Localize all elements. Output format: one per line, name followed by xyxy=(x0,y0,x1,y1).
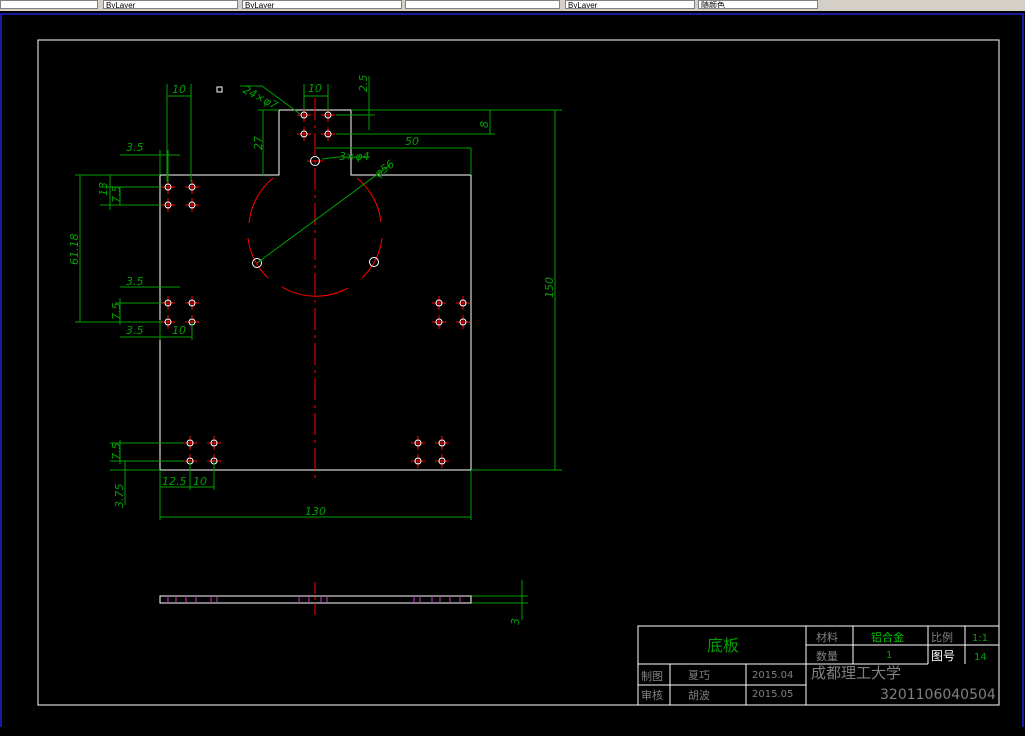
dim-10-top: 10 xyxy=(308,82,322,95)
ucs-marker xyxy=(216,86,223,93)
dim-3-5-mid: 3.5 xyxy=(126,275,144,288)
status-strip xyxy=(0,727,1025,736)
plotstyle-combo[interactable]: ByLayer xyxy=(565,0,695,9)
linetype-combo[interactable]: ByLayer xyxy=(242,0,402,9)
dim-10-top-left: 10 xyxy=(172,83,186,96)
scale-value: 1:1 xyxy=(972,633,988,644)
dim-61-18: 61.18 xyxy=(68,234,81,266)
dim-130: 130 xyxy=(305,505,326,518)
holes-3-label: 3×φ4 xyxy=(339,150,369,163)
dim-10-mid: 10 xyxy=(172,324,186,337)
material-label: 材料 xyxy=(816,630,838,644)
dim-7-5-top: 7.5 xyxy=(110,186,123,204)
dim-2-5: 2.5 xyxy=(357,75,370,93)
dim-3: 3 xyxy=(509,618,522,625)
drawing-canvas[interactable]: 10 10 2.5 24×φ7 8 50 27 3×φ4 φ56 3.5 13 … xyxy=(0,11,1025,736)
drawn-date: 2015.04 xyxy=(752,670,793,681)
qty-value: 1 xyxy=(886,650,892,661)
side-view xyxy=(159,582,472,616)
material-value: 铝合金 xyxy=(871,630,904,644)
lineweight-combo[interactable] xyxy=(405,0,560,9)
check-label: 审核 xyxy=(641,688,663,702)
student-id: 3201106040504 xyxy=(880,687,996,703)
drawn-label: 制图 xyxy=(641,670,663,683)
property-toolbar: ByLayer ByLayer ByLayer 随颜色 xyxy=(0,0,1025,11)
color-mode-combo[interactable]: 随颜色 xyxy=(698,0,818,9)
drawing-no-value: 14 xyxy=(974,652,987,663)
layer-combo[interactable] xyxy=(0,0,98,9)
dim-3-5-top: 3.5 xyxy=(126,141,144,154)
scale-label: 比例 xyxy=(931,630,953,644)
dim-150: 150 xyxy=(543,277,556,298)
drawn-name: 夏巧 xyxy=(688,669,710,682)
holes-24-label: 24×φ7 xyxy=(241,83,280,112)
dim-50: 50 xyxy=(405,135,419,148)
dim-7-5-mid: 7.5 xyxy=(110,303,123,321)
dim-7-5-bottom: 7.5 xyxy=(110,443,123,461)
dim-8: 8 xyxy=(478,121,491,128)
dim-13: 13 xyxy=(97,182,110,196)
dim-3-75: 3.75 xyxy=(113,484,126,509)
drawing-no-label: 图号 xyxy=(931,649,955,663)
check-date: 2015.05 xyxy=(752,689,793,700)
dim-10-bottom: 10 xyxy=(193,475,207,488)
check-name: 胡波 xyxy=(688,688,710,702)
color-combo[interactable]: ByLayer xyxy=(103,0,238,9)
part-name: 底板 xyxy=(707,636,739,655)
title-block-text: 底板 材料 铝合金 比例 1:1 数量 1 图号 14 制图 夏巧 2015.0… xyxy=(641,630,996,703)
dim-12-5: 12.5 xyxy=(162,475,187,488)
dim-phi-56: φ56 xyxy=(372,157,397,180)
dim-3-5-bottom: 3.5 xyxy=(126,324,144,337)
qty-label: 数量 xyxy=(816,650,838,663)
sheet-border xyxy=(37,39,1000,706)
dim-27: 27 xyxy=(252,136,265,150)
school-name: 成都理工大学 xyxy=(811,664,901,682)
